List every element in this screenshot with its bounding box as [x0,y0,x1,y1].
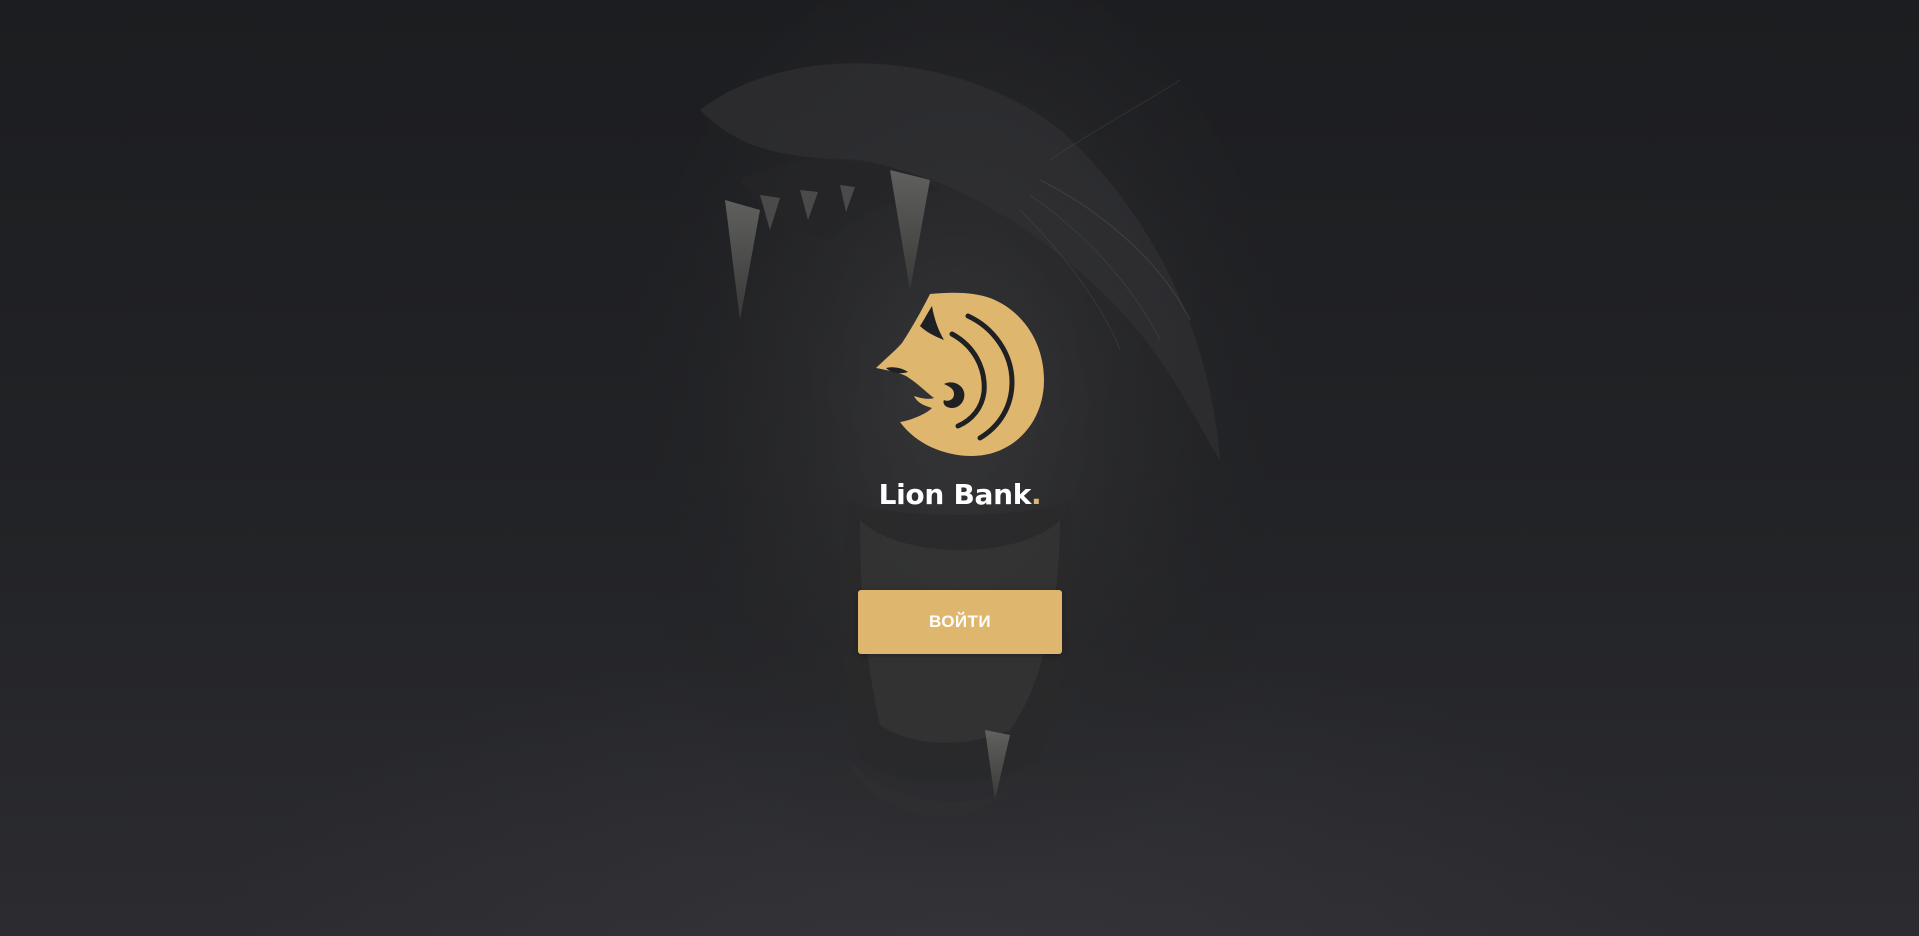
landing-screen: Lion Bank. ВОЙТИ [0,0,1919,936]
lion-head-icon [876,292,1044,456]
brand-name: Lion Bank. [760,477,1160,513]
login-button[interactable]: ВОЙТИ [858,590,1062,654]
brand-name-dot: . [1031,478,1042,511]
brand-name-text: Lion Bank [878,478,1032,511]
login-panel: Lion Bank. ВОЙТИ [0,0,1919,936]
